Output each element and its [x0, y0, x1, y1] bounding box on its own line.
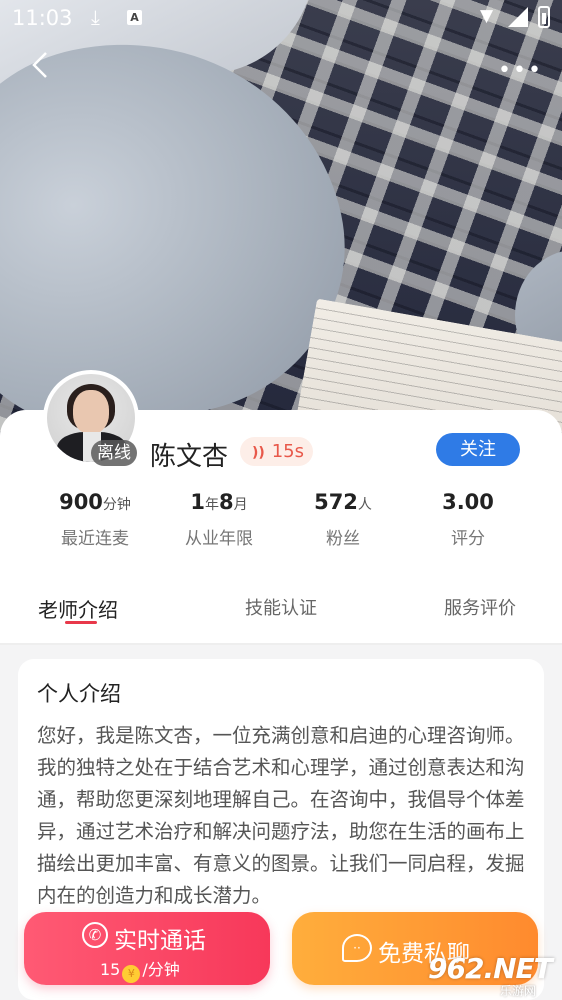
status-time: 11:03: [12, 6, 73, 30]
status-badge: 离线: [91, 440, 137, 466]
chevron-left-icon: [32, 52, 47, 78]
intro-title: 个人介绍: [37, 682, 121, 706]
wifi-icon: ▼: [480, 6, 494, 26]
call-label: 实时通话: [114, 928, 206, 954]
stat-recent-calls: 900分钟 最近连麦: [59, 490, 131, 549]
active-tab-indicator: [65, 621, 97, 624]
tab-skill-certification[interactable]: 技能认证: [245, 594, 317, 620]
battery-icon: [538, 6, 550, 28]
stat-fans: 572人 粉丝: [314, 490, 372, 549]
more-icon: •••: [498, 58, 543, 83]
realtime-call-button[interactable]: ✆ 实时通话 15 ¥/分钟: [24, 912, 270, 985]
coin-icon: ¥: [122, 965, 141, 983]
voice-duration: 15s: [271, 441, 305, 462]
tab-service-reviews[interactable]: 服务评价: [444, 594, 516, 620]
more-options-button[interactable]: •••: [498, 58, 541, 83]
stat-rating: 3.00 评分: [442, 490, 494, 549]
watermark-logo: 962.NET 乐游网: [428, 952, 553, 998]
intro-text: 您好，我是陈文杏，一位充满创意和启迪的心理咨询师。我的独特之处在于结合艺术和心理…: [37, 724, 525, 907]
teacher-name: 陈文杏: [150, 442, 229, 472]
follow-button[interactable]: 关注: [436, 433, 520, 466]
sound-wave-icon: )): [252, 445, 265, 461]
stat-experience: 1年8月 从业年限: [185, 490, 253, 549]
status-bar: 11:03 ⤓ A ▼: [0, 0, 562, 38]
voice-intro-button[interactable]: )) 15s: [240, 437, 313, 466]
chat-bubble-icon: ··: [342, 934, 372, 962]
tab-teacher-intro[interactable]: 老师介绍: [38, 594, 118, 623]
back-button[interactable]: [30, 50, 70, 90]
signal-icon: [508, 7, 528, 27]
accessibility-icon: A: [127, 10, 142, 25]
phone-icon: ✆: [82, 922, 108, 948]
call-price: 15 ¥/分钟: [100, 956, 180, 983]
download-icon: ⤓: [91, 5, 100, 29]
